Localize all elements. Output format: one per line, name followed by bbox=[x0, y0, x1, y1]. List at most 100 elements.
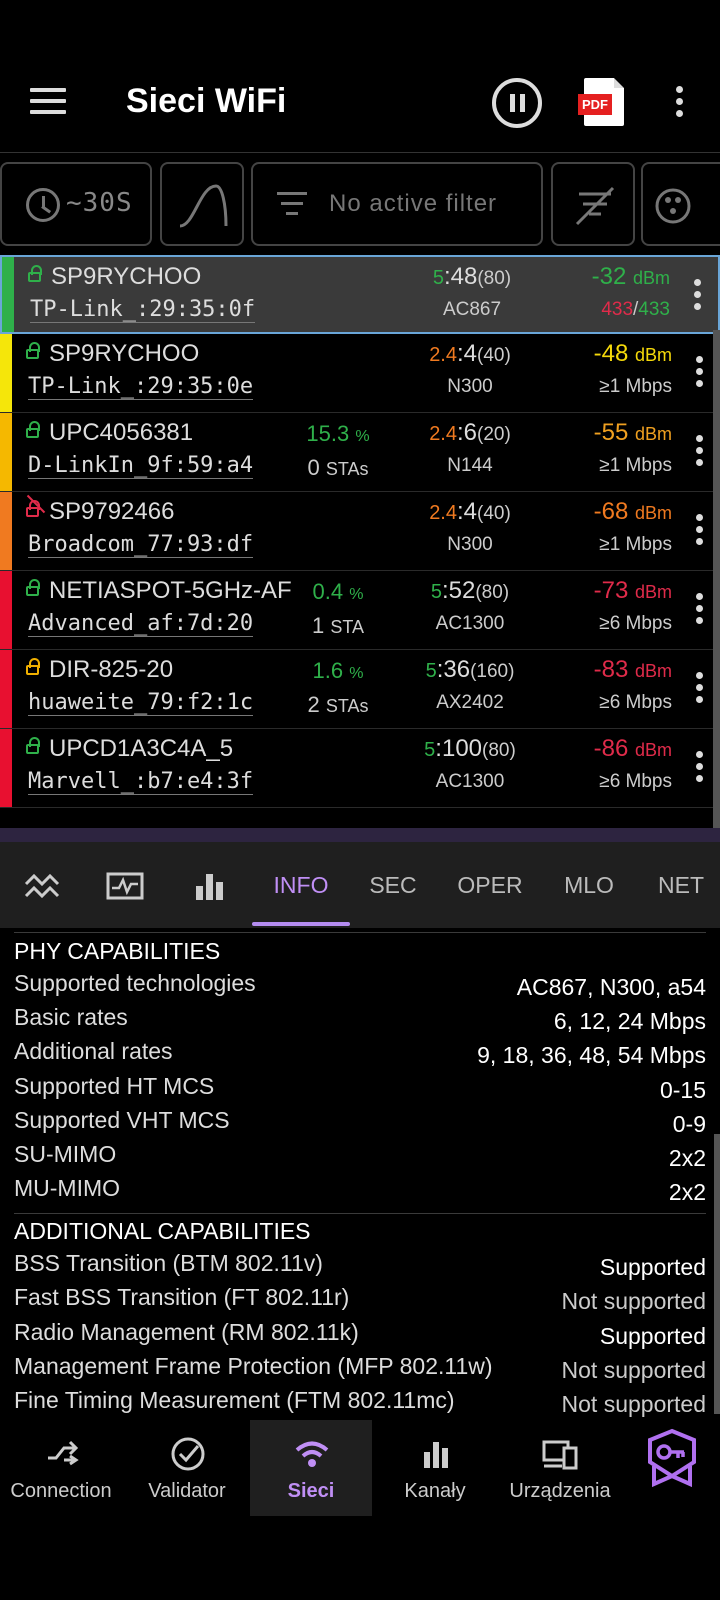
network-row[interactable]: DIR-825-20 huaweite_79:f2:1c 1.6 % 2 STA… bbox=[0, 650, 720, 729]
channel: 5:36(160) bbox=[425, 656, 515, 683]
clear-filter-button[interactable] bbox=[551, 162, 635, 246]
tab-signal-graph[interactable] bbox=[14, 842, 74, 928]
tab-oper[interactable]: OPER bbox=[450, 842, 530, 928]
scan-interval-label: ~30S bbox=[66, 188, 133, 218]
row-more-icon[interactable] bbox=[696, 514, 704, 550]
tab-chart[interactable] bbox=[180, 842, 240, 928]
filter-button[interactable]: No active filter bbox=[251, 162, 543, 246]
info-row: Supported VHT MCS 0-9 bbox=[14, 1107, 706, 1137]
scan-interval-button[interactable]: ~30S bbox=[0, 162, 152, 246]
filter-bar: ~30S No active filter bbox=[0, 162, 720, 246]
channel: 5:52(80) bbox=[430, 577, 510, 604]
row-more-icon[interactable] bbox=[696, 593, 704, 629]
row-more-icon[interactable] bbox=[694, 279, 702, 315]
lock-icon bbox=[26, 658, 40, 675]
ssid: UPCD1A3C4A_5 bbox=[49, 735, 234, 762]
tab-sec[interactable]: SEC bbox=[358, 842, 428, 928]
nav-sieci[interactable]: Sieci bbox=[250, 1420, 372, 1516]
signal-curve-button[interactable] bbox=[160, 162, 244, 246]
signal-strength-strip bbox=[0, 729, 12, 807]
bar-chart-icon bbox=[424, 1442, 448, 1468]
list-scrollbar[interactable] bbox=[713, 330, 720, 830]
info-row: Basic rates 6, 12, 24 Mbps bbox=[14, 1004, 706, 1034]
row-more-icon[interactable] bbox=[696, 751, 704, 787]
unlocked-icon bbox=[26, 500, 40, 517]
nav-kanaly[interactable]: Kanały bbox=[374, 1420, 496, 1516]
row-more-icon[interactable] bbox=[696, 435, 704, 471]
menu-icon[interactable] bbox=[30, 88, 66, 118]
nav-premium[interactable] bbox=[628, 1420, 716, 1516]
signal-level: -55 dBm bbox=[593, 419, 672, 446]
info-scrollbar[interactable] bbox=[714, 1134, 720, 1414]
standard: AX2402 bbox=[436, 692, 504, 713]
tab-info[interactable]: INFO bbox=[252, 842, 350, 928]
spectrum-icon bbox=[106, 872, 144, 900]
info-row: Supported technologies AC867, N300, a54 bbox=[14, 970, 706, 1000]
vendor-bssid: TP-Link_:29:35:0e bbox=[28, 374, 254, 400]
lock-icon bbox=[26, 579, 40, 596]
check-circle-icon bbox=[171, 1437, 205, 1471]
station-count: 0 STAs bbox=[307, 455, 369, 480]
network-list: SP9RYCHOO TP-Link_:29:35:0f 5:48(80) AC8… bbox=[0, 255, 720, 808]
tab-net[interactable]: NET bbox=[646, 842, 716, 928]
connection-icon bbox=[48, 1440, 79, 1466]
info-row: Radio Management (RM 802.11k) Supported bbox=[14, 1319, 706, 1349]
pause-button[interactable] bbox=[492, 78, 542, 128]
vendor-bssid: Marvell_:b7:e4:3f bbox=[28, 769, 254, 795]
signal-level: -73 dBm bbox=[593, 577, 672, 604]
network-row[interactable]: UPC4056381 D-LinkIn_9f:59:a4 15.3 % 0 ST… bbox=[0, 413, 720, 492]
group-button[interactable] bbox=[641, 162, 720, 246]
wifi-icon bbox=[295, 1441, 329, 1467]
signal-strength-strip bbox=[0, 492, 12, 570]
rate: ≥1 Mbps bbox=[599, 534, 672, 555]
network-row[interactable]: UPCD1A3C4A_5 Marvell_:b7:e4:3f 5:100(80)… bbox=[0, 729, 720, 808]
premium-badge-icon bbox=[648, 1428, 696, 1488]
network-row[interactable]: SP9RYCHOO TP-Link_:29:35:0e 2.4:4(40) N3… bbox=[0, 334, 720, 413]
ssid: DIR-825-20 bbox=[49, 656, 174, 683]
pdf-icon: PDF bbox=[578, 94, 612, 115]
tab-mlo[interactable]: MLO bbox=[552, 842, 626, 928]
info-row: MU-MIMO 2x2 bbox=[14, 1175, 706, 1205]
info-row: Additional rates 9, 18, 36, 48, 54 Mbps bbox=[14, 1038, 706, 1068]
network-row[interactable]: NETIASPOT-5GHz-AF Advanced_af:7d:20 0.4 … bbox=[0, 571, 720, 650]
tab-spectrum[interactable] bbox=[96, 842, 156, 928]
info-row: Fine Timing Measurement (FTM 802.11mc) No… bbox=[14, 1387, 706, 1417]
pdf-export-button[interactable]: PDF bbox=[578, 78, 624, 126]
devices-icon bbox=[542, 1440, 578, 1470]
section-title: ADDITIONAL CAPABILITIES bbox=[14, 1218, 311, 1244]
rate: ≥6 Mbps bbox=[599, 613, 672, 634]
divider bbox=[14, 932, 706, 933]
detail-tabs: INFO SEC OPER MLO NET bbox=[0, 842, 720, 928]
rate: ≥1 Mbps bbox=[599, 455, 672, 476]
channel-utilization: 0.4 % bbox=[312, 579, 364, 604]
nav-connection[interactable]: Connection bbox=[0, 1420, 122, 1516]
lock-icon bbox=[26, 737, 40, 754]
station-count: 2 STAs bbox=[307, 692, 369, 717]
vendor-bssid: huaweite_79:f2:1c bbox=[28, 690, 254, 716]
ssid: SP9RYCHOO bbox=[51, 263, 202, 290]
row-more-icon[interactable] bbox=[696, 356, 704, 392]
vendor-bssid: TP-Link_:29:35:0f bbox=[30, 297, 256, 323]
vendor-bssid: Advanced_af:7d:20 bbox=[28, 611, 254, 637]
info-row: Management Frame Protection (MFP 802.11w… bbox=[14, 1353, 706, 1383]
row-more-icon[interactable] bbox=[696, 672, 704, 708]
rate: ≥1 Mbps bbox=[599, 376, 672, 397]
rate: 433/433 bbox=[601, 299, 670, 320]
info-panel: PHY CAPABILITIES Supported technologies A… bbox=[0, 932, 720, 1420]
filter-label: No active filter bbox=[329, 190, 498, 217]
signal-strength-strip bbox=[2, 257, 14, 332]
network-row[interactable]: SP9RYCHOO TP-Link_:29:35:0f 5:48(80) AC8… bbox=[0, 255, 720, 334]
panel-splitter[interactable] bbox=[0, 828, 720, 842]
nav-urzadzenia[interactable]: Urządzenia bbox=[498, 1420, 622, 1516]
standard: N300 bbox=[447, 376, 493, 397]
standard: AC867 bbox=[442, 299, 502, 320]
info-row: BSS Transition (BTM 802.11v) Supported bbox=[14, 1250, 706, 1280]
standard: AC1300 bbox=[435, 613, 505, 634]
info-row: Supported HT MCS 0-15 bbox=[14, 1073, 706, 1103]
network-row[interactable]: SP9792466 Broadcom_77:93:df 2.4:4(40) N3… bbox=[0, 492, 720, 571]
signal-strength-strip bbox=[0, 571, 12, 649]
lock-icon bbox=[26, 421, 40, 438]
overflow-menu-icon[interactable] bbox=[676, 86, 684, 122]
ssid: SP9792466 bbox=[49, 498, 175, 525]
nav-validator[interactable]: Validator bbox=[126, 1420, 248, 1516]
